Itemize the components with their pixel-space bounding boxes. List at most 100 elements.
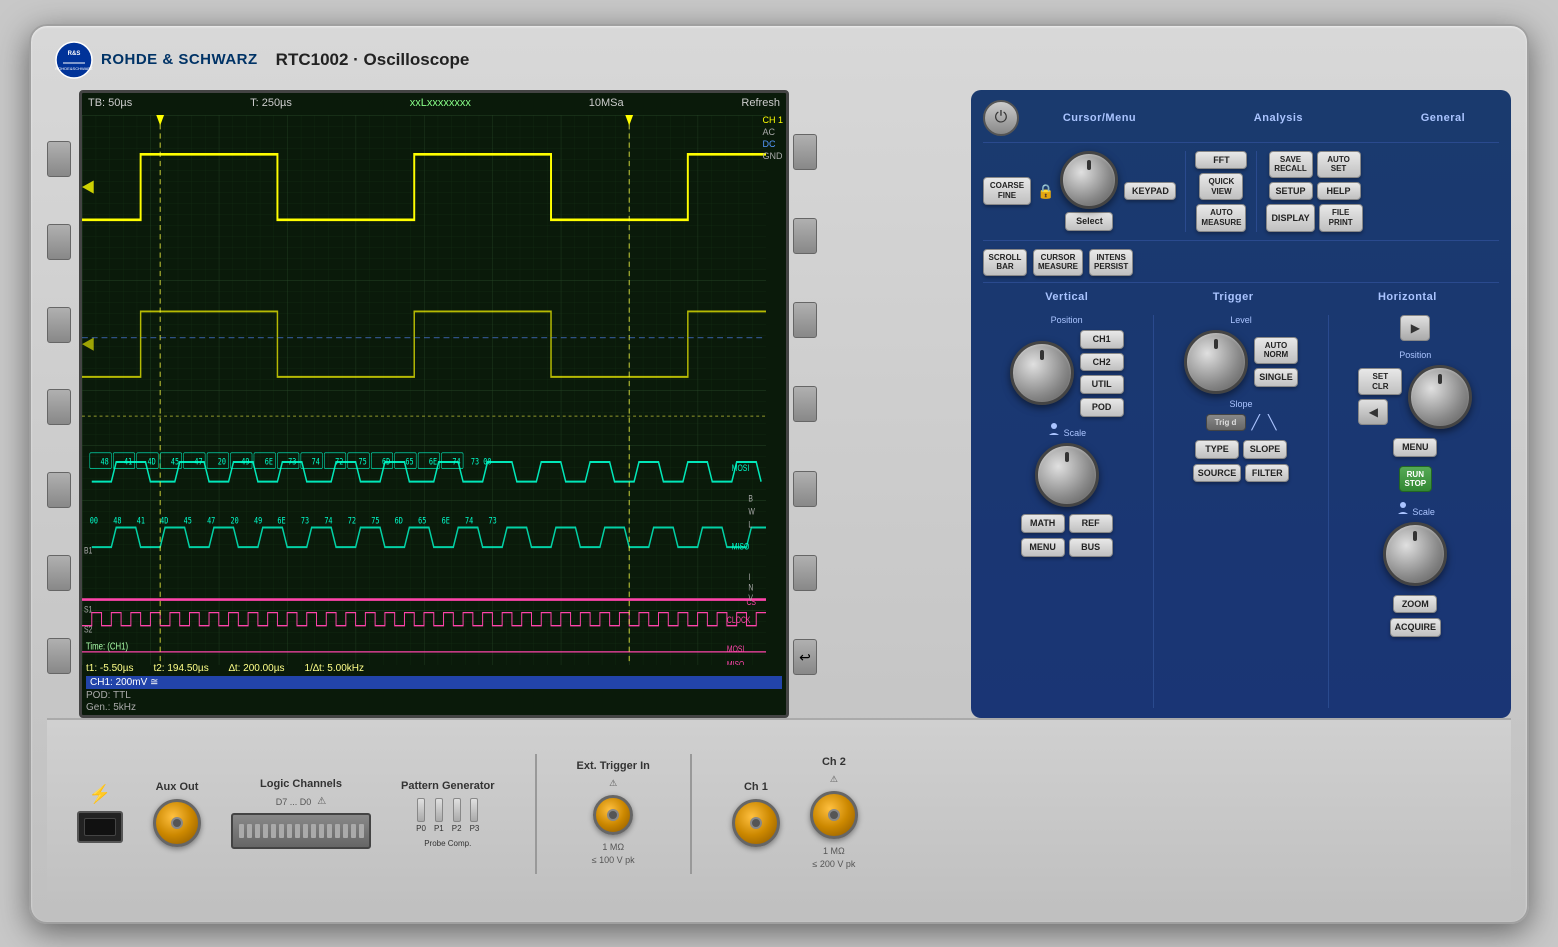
divider-v1 bbox=[1153, 315, 1154, 708]
select-button[interactable]: Select bbox=[1065, 212, 1113, 231]
side-btn-6[interactable] bbox=[47, 555, 71, 591]
general-header: General bbox=[1421, 112, 1465, 124]
file-print-button[interactable]: FILE PRINT bbox=[1319, 204, 1363, 231]
right-side-btn-2[interactable] bbox=[793, 218, 817, 254]
play-back-arrow[interactable]: ◀ bbox=[1358, 399, 1388, 425]
svg-text:Time: (CH1): Time: (CH1) bbox=[86, 640, 128, 651]
horizontal-position-knob[interactable] bbox=[1408, 365, 1472, 429]
svg-text:73: 73 bbox=[288, 455, 296, 466]
power-button[interactable]: ⏻ bbox=[983, 100, 1019, 136]
right-side-btn-5[interactable] bbox=[793, 471, 817, 507]
vertical-header: Vertical bbox=[1045, 291, 1088, 303]
math-button[interactable]: MATH bbox=[1021, 514, 1065, 533]
bnc-inner bbox=[750, 817, 762, 829]
svg-text:48: 48 bbox=[101, 455, 109, 466]
vertical-scale-label: Scale bbox=[1047, 422, 1086, 438]
usb-port[interactable] bbox=[77, 811, 123, 843]
setup-button[interactable]: SETUP bbox=[1269, 182, 1313, 201]
slope-button[interactable]: SLOPE bbox=[1243, 440, 1287, 459]
right-side-btn-1[interactable] bbox=[793, 134, 817, 170]
single-button[interactable]: SINGLE bbox=[1254, 368, 1298, 387]
ch2-section: Ch 2 ⚠ 1 MΩ≤ 200 V pk bbox=[810, 756, 858, 870]
auto-norm-button[interactable]: AUTO NORM bbox=[1254, 337, 1298, 364]
ch1-connector[interactable] bbox=[732, 799, 780, 847]
bottom-panel: ⚡ Aux Out Logic Channels D7 ... D0 ⚠ bbox=[47, 718, 1511, 908]
logic-pin bbox=[247, 824, 252, 838]
help-button[interactable]: HELP bbox=[1317, 182, 1361, 201]
scroll-bar-button[interactable]: SCROLL BAR bbox=[983, 249, 1027, 276]
trigger-section: Level AUTO NORM SINGLE Slope Trig d ╱ bbox=[1157, 315, 1324, 708]
right-side-btn-3[interactable] bbox=[793, 302, 817, 338]
right-side-btn-6[interactable] bbox=[793, 555, 817, 591]
zoom-button[interactable]: ZOOM bbox=[1393, 595, 1437, 614]
fft-button[interactable]: FFT bbox=[1195, 151, 1247, 170]
svg-text:4D: 4D bbox=[160, 514, 168, 525]
set-clr-button[interactable]: SET CLR bbox=[1358, 368, 1402, 395]
bus-button[interactable]: BUS bbox=[1069, 538, 1113, 557]
cursor-menu-header: Cursor/Menu bbox=[1063, 112, 1136, 124]
pod-button[interactable]: POD bbox=[1080, 398, 1124, 417]
vertical-scale-knob[interactable] bbox=[1035, 443, 1099, 507]
side-btn-1[interactable] bbox=[47, 141, 71, 177]
intens-persist-button[interactable]: INTENS PERSIST bbox=[1089, 249, 1133, 276]
auto-set-button[interactable]: AUTO SET bbox=[1317, 151, 1361, 178]
quick-view-button[interactable]: QUICK VIEW bbox=[1199, 173, 1243, 200]
trig-d-button[interactable]: Trig d bbox=[1206, 414, 1246, 431]
svg-text:41: 41 bbox=[137, 514, 145, 525]
cursor-measure-button[interactable]: CURSOR MEASURE bbox=[1033, 249, 1083, 276]
svg-text:R&S: R&S bbox=[68, 51, 81, 57]
coarse-fine-button[interactable]: COARSE FINE bbox=[983, 177, 1031, 204]
horizontal-section: ▶ Position SET CLR ◀ MENU RUN STOP bbox=[1332, 315, 1499, 708]
logic-pin bbox=[295, 824, 300, 838]
source-button[interactable]: SOURCE bbox=[1193, 464, 1242, 483]
right-side-btn-4[interactable] bbox=[793, 386, 817, 422]
trigger-level-knob[interactable] bbox=[1184, 330, 1248, 394]
horizontal-position-label: Position bbox=[1399, 350, 1431, 360]
side-btn-2[interactable] bbox=[47, 224, 71, 260]
ref-button[interactable]: REF bbox=[1069, 514, 1113, 533]
back-btn[interactable]: ↩ bbox=[793, 639, 817, 675]
auto-measure-button[interactable]: AUTO MEASURE bbox=[1196, 204, 1246, 231]
ch-info: CH1: 200mV ≅ POD: TTL Gen.: 5kHz bbox=[86, 676, 782, 713]
horizontal-menu-button[interactable]: MENU bbox=[1393, 438, 1437, 457]
horizontal-scale-knob[interactable] bbox=[1383, 522, 1447, 586]
play-forward-arrow[interactable]: ▶ bbox=[1400, 315, 1430, 341]
pg-pin-p2: P2 bbox=[452, 798, 462, 833]
ch1-button[interactable]: CH1 bbox=[1080, 330, 1124, 349]
ch2-connector[interactable] bbox=[810, 791, 858, 839]
pg-pin-post[interactable] bbox=[453, 798, 461, 822]
run-stop-button[interactable]: RUN STOP bbox=[1399, 466, 1433, 492]
side-btn-7[interactable] bbox=[47, 638, 71, 674]
util-button[interactable]: UTIL bbox=[1080, 375, 1124, 394]
pg-pin-post[interactable] bbox=[470, 798, 478, 822]
side-btn-3[interactable] bbox=[47, 307, 71, 343]
pattern-gen-label: Pattern Generator bbox=[401, 780, 495, 792]
aux-out-connector[interactable] bbox=[153, 799, 201, 847]
filter-button[interactable]: FILTER bbox=[1245, 464, 1289, 483]
vertical-menu-button[interactable]: MENU bbox=[1021, 538, 1065, 557]
vertical-position-knob[interactable] bbox=[1010, 341, 1074, 405]
rohde-schwarz-logo: R&S ROHDE&SCHWARZ bbox=[55, 41, 93, 79]
usb-icon: ⚡ bbox=[89, 784, 111, 805]
logic-connector[interactable] bbox=[231, 813, 371, 849]
keypad-button[interactable]: KEYPAD bbox=[1124, 182, 1176, 201]
main-knob[interactable] bbox=[1060, 151, 1118, 209]
ac-label: AC bbox=[762, 127, 783, 137]
pg-pin-post[interactable] bbox=[435, 798, 443, 822]
save-recall-button[interactable]: SAVE RECALL bbox=[1269, 151, 1313, 178]
slope-symbol: ╱ ╲ bbox=[1252, 414, 1277, 431]
ext-trigger-connector[interactable] bbox=[593, 795, 633, 835]
ch2-button[interactable]: CH2 bbox=[1080, 353, 1124, 372]
type-button[interactable]: TYPE bbox=[1195, 440, 1239, 459]
pg-pin-post[interactable] bbox=[417, 798, 425, 822]
trigger-pos: xxLxxxxxxxx bbox=[410, 97, 471, 109]
slope-up-icon: ╱ bbox=[1252, 414, 1260, 431]
display-button[interactable]: DISPLAY bbox=[1266, 204, 1314, 231]
logic-pin bbox=[351, 824, 356, 838]
svg-text:B1: B1 bbox=[84, 545, 93, 555]
svg-text:00: 00 bbox=[90, 514, 98, 525]
acquire-button[interactable]: ACQUIRE bbox=[1390, 618, 1442, 637]
side-btn-5[interactable] bbox=[47, 472, 71, 508]
dt-label: ∆t: 200.00µs bbox=[229, 663, 285, 674]
side-btn-4[interactable] bbox=[47, 389, 71, 425]
